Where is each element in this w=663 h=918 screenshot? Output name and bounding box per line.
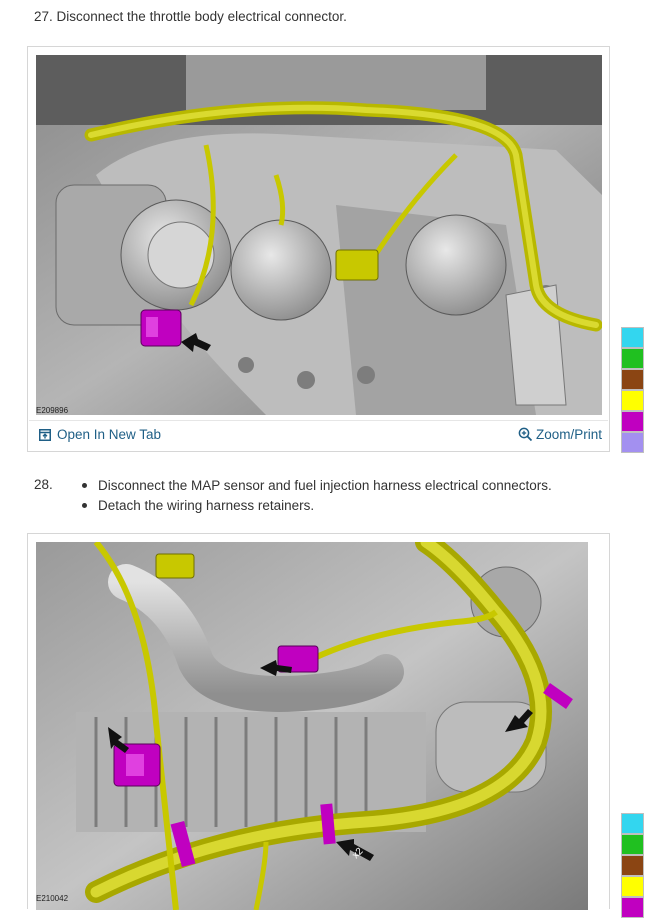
open-in-new-tab-icon [39,428,51,441]
color-swatch[interactable] [621,897,644,918]
open-in-new-tab-label: Open In New Tab [57,427,162,442]
color-swatch[interactable] [621,348,644,369]
step-28-instructions: Disconnect the MAP sensor and fuel injec… [82,476,552,516]
color-swatch[interactable] [621,876,644,897]
zoom-print-link[interactable]: Zoom/Print [518,427,602,442]
color-swatch[interactable] [621,834,644,855]
figure-27-frame: E209896 Open In New Tab Zoom/Print [27,46,610,452]
color-swatch-column-bottom [621,813,644,918]
color-swatch[interactable] [621,855,644,876]
zoom-in-icon [518,427,533,442]
color-swatch[interactable] [621,327,644,348]
color-swatch-column-top [621,327,644,453]
figure-toolbar: Open In New Tab Zoom/Print [29,420,608,447]
color-swatch[interactable] [621,813,644,834]
zoom-print-label: Zoom/Print [535,427,602,442]
color-swatch[interactable] [621,390,644,411]
map-sensor-harness-illustration: x2 [36,542,588,910]
color-swatch[interactable] [621,369,644,390]
step-27-title: 27. Disconnect the throttle body electri… [34,9,347,24]
figure-code: E209896 [36,406,69,415]
step-28-number: 28. [34,477,53,492]
instruction-bullet: Detach the wiring harness retainers. [82,496,552,516]
color-swatch[interactable] [621,432,644,453]
throttle-body-illustration [36,55,602,415]
open-in-new-tab-link[interactable]: Open In New Tab [39,427,161,442]
figure-code: E210042 [36,894,69,903]
color-swatch[interactable] [621,411,644,432]
figure-28-frame: x2 E210042 [27,533,610,910]
instruction-bullet: Disconnect the MAP sensor and fuel injec… [82,476,552,496]
